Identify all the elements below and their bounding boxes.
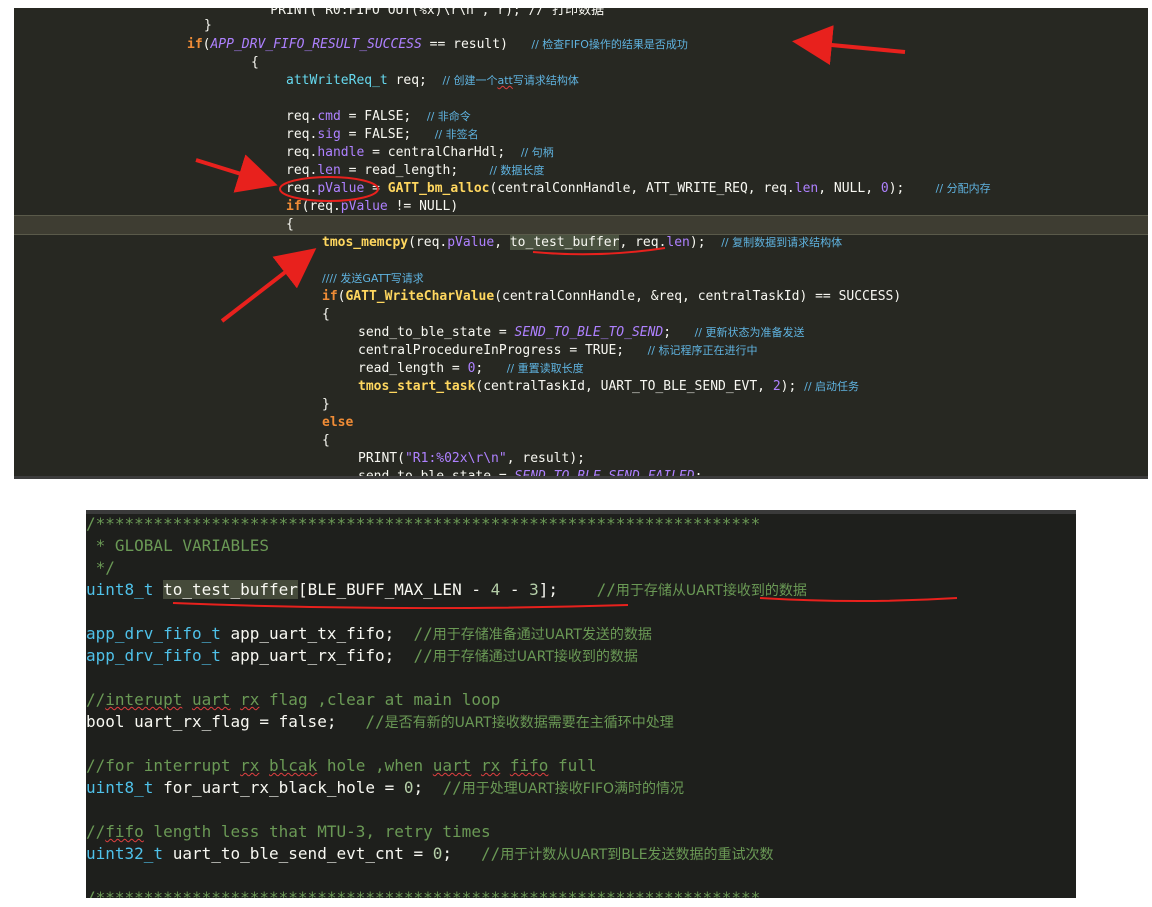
code-line-to-test-buffer: uint8_t to_test_buffer[BLE_BUFF_MAX_LEN …	[86, 580, 807, 599]
code-line: {	[322, 433, 330, 448]
code-line: }	[322, 397, 330, 412]
code-line-comment: //interupt uart rx flag ,clear at main l…	[86, 690, 501, 709]
code-line: {	[251, 55, 259, 70]
code-line: req.sig = FALSE; // 非签名	[286, 127, 479, 142]
code-line-comment: //fifo length less that MTU-3, retry tim…	[86, 822, 491, 841]
code-line: centralProcedureInProgress = TRUE; // 标记…	[358, 343, 758, 358]
code-line-black-hole: uint8_t for_uart_rx_black_hole = 0; //用于…	[86, 778, 685, 797]
code-line-comment: //// 发送GATT写请求	[322, 272, 424, 285]
code-line-else: else	[322, 415, 354, 430]
code-line: }	[204, 18, 212, 33]
code-line-comment: //for interrupt rx blcak hole ,when uart…	[86, 756, 597, 775]
code-line-comment: */	[86, 558, 115, 577]
code-line-comment-banner: /***************************************…	[86, 888, 761, 898]
code-line-att-req: attWriteReq_t req; // 创建一个att写请求结构体	[286, 73, 579, 88]
code-line-write-char: if(GATT_WriteCharValue(centralConnHandle…	[322, 289, 902, 304]
code-line-if-pvalue: if(req.pValue != NULL)	[286, 199, 459, 214]
code-line: tmos_start_task(centralTaskId, UART_TO_B…	[358, 379, 860, 394]
code-editor-top[interactable]: PRINT("R0:FIFO OUT(%x)\r\n", r); // 打印数据…	[14, 8, 1148, 479]
panel-divider	[14, 476, 1148, 479]
code-line-rx-fifo: app_drv_fifo_t app_uart_rx_fifo; //用于存储通…	[86, 646, 638, 665]
code-line-comment: * GLOBAL VARIABLES	[86, 536, 270, 555]
code-line-tx-fifo: app_drv_fifo_t app_uart_tx_fifo; //用于存储准…	[86, 624, 652, 643]
code-line-if-result: if(APP_DRV_FIFO_RESULT_SUCCESS == result…	[187, 37, 688, 52]
code-editor-bottom[interactable]: /***************************************…	[86, 510, 1076, 898]
code-line: send_to_ble_state = SEND_TO_BLE_TO_SEND;…	[358, 325, 805, 340]
code-line-memcpy: tmos_memcpy(req.pValue, to_test_buffer, …	[322, 235, 843, 250]
code-line-rx-flag: bool uart_rx_flag = false; //是否有新的UART接收…	[86, 712, 674, 731]
code-line: req.len = read_length; // 数据长度	[286, 163, 545, 178]
code-line: {	[286, 217, 294, 232]
code-line: PRINT("R1:%02x\r\n", result);	[358, 451, 585, 466]
code-line: read_length = 0; // 重置读取长度	[358, 361, 584, 376]
code-line-comment-banner: /***************************************…	[86, 514, 761, 533]
code-line-alloc: req.pValue = GATT_bm_alloc(centralConnHa…	[286, 181, 991, 196]
code-line: req.cmd = FALSE; // 非命令	[286, 109, 471, 124]
code-line: req.handle = centralCharHdl; // 句柄	[286, 145, 554, 160]
code-line: {	[322, 307, 330, 322]
code-line-retry-cnt: uint32_t uart_to_ble_send_evt_cnt = 0; /…	[86, 844, 774, 863]
